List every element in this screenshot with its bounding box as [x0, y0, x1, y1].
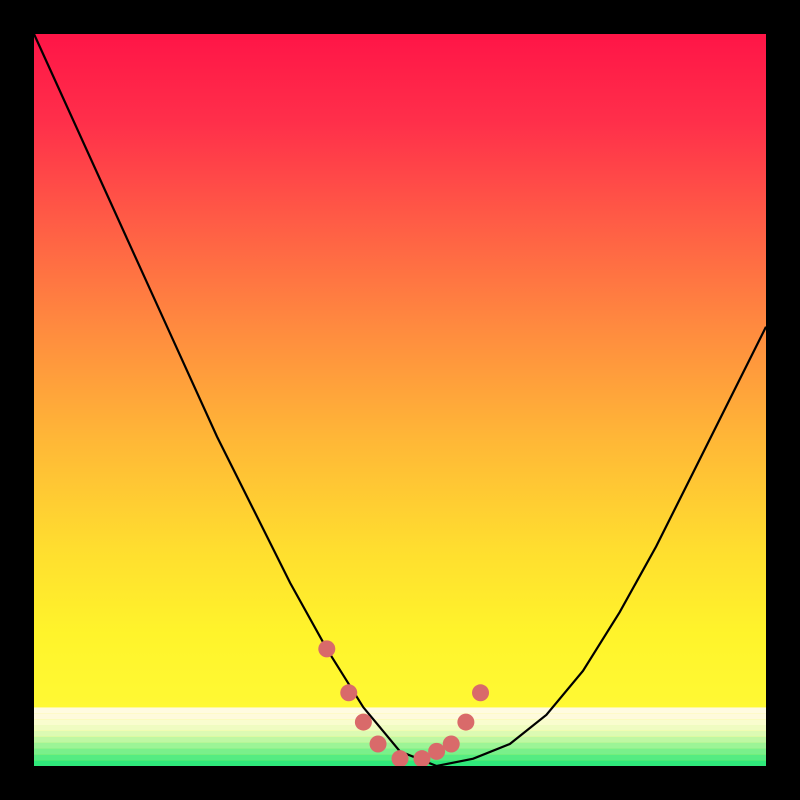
sample-marker: [457, 714, 474, 731]
zone-band: [34, 731, 766, 737]
sample-marker: [370, 736, 387, 753]
zone-band: [34, 707, 766, 713]
frame: [0, 766, 800, 800]
sample-marker: [472, 684, 489, 701]
gradient-bg: [34, 34, 766, 766]
zone-band: [34, 743, 766, 749]
sample-marker: [413, 750, 430, 767]
frame: [0, 0, 800, 34]
sample-marker: [340, 684, 357, 701]
zone-band: [34, 725, 766, 731]
sample-marker: [355, 714, 372, 731]
frame: [0, 0, 34, 800]
sample-marker: [392, 750, 409, 767]
chart-container: TheBottleneck.com: [0, 0, 800, 800]
sample-marker: [318, 640, 335, 657]
frame: [766, 0, 800, 800]
zone-band: [34, 719, 766, 725]
zone-band: [34, 713, 766, 719]
sample-marker: [443, 736, 460, 753]
zone-band: [34, 737, 766, 743]
sample-marker: [428, 743, 445, 760]
chart-svg: [0, 0, 800, 800]
